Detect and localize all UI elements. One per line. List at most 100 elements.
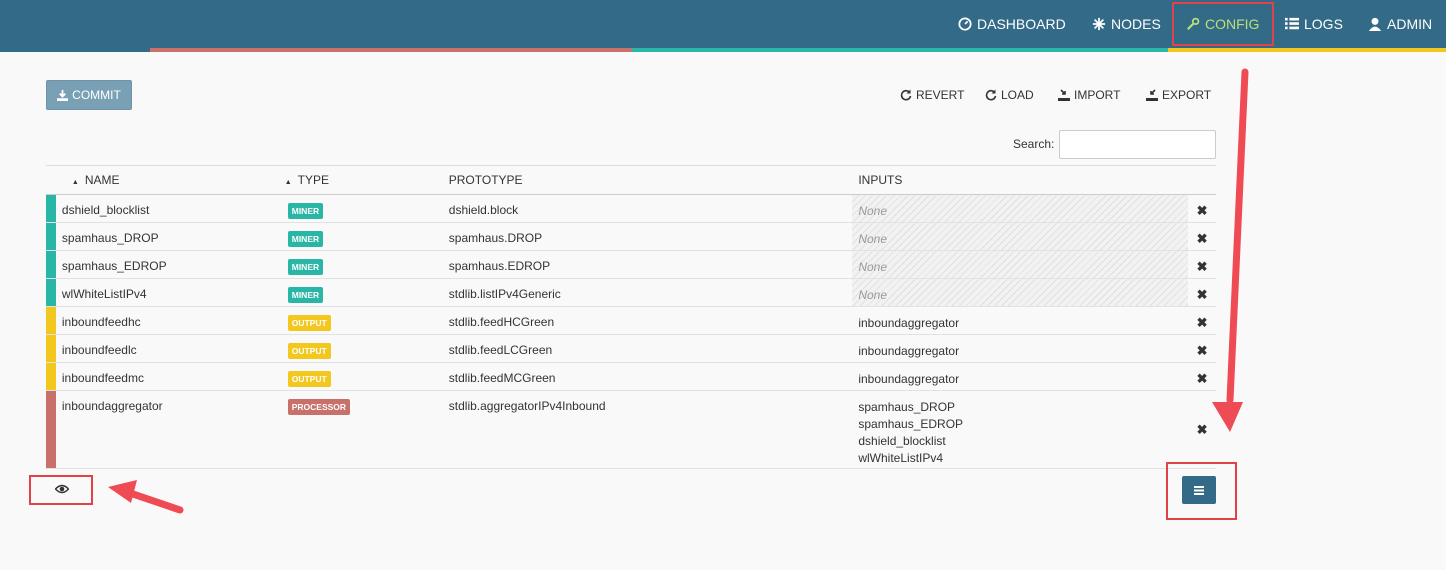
header-type[interactable]: ▲ TYPE <box>284 165 449 195</box>
load-label: LOAD <box>1001 88 1034 102</box>
dashboard-icon <box>958 17 972 31</box>
cell-type: MINER <box>284 278 449 307</box>
navbar-stripe-output <box>1168 48 1446 52</box>
load-button[interactable]: LOAD <box>985 86 1034 104</box>
nav-admin[interactable]: ADMIN <box>1368 0 1432 48</box>
cell-name: inboundfeedlc <box>55 334 285 363</box>
nodes-icon <box>1092 17 1106 31</box>
download-icon <box>57 89 69 101</box>
header-name[interactable]: ▲ NAME <box>55 165 285 195</box>
cell-prototype: stdlib.feedHCGreen <box>448 306 853 335</box>
table-row[interactable]: spamhaus_EDROP MINER spamhaus.EDROP None ✖ <box>46 250 1216 279</box>
nav-dashboard[interactable]: DASHBOARD <box>958 0 1066 48</box>
header-colorbar <box>46 165 56 195</box>
table-row[interactable]: inboundfeedlc OUTPUT stdlib.feedLCGreen inb… <box>46 334 1216 363</box>
table-row[interactable]: spamhaus_DROP MINER spamhaus.DROP None ✖ <box>46 222 1216 251</box>
row-type-colorbar <box>46 278 56 307</box>
delete-row-icon[interactable]: ✖ <box>1188 306 1216 335</box>
commit-button[interactable]: COMMIT <box>46 80 132 110</box>
type-badge: MINER <box>287 259 324 275</box>
nav-logs[interactable]: LOGS <box>1285 0 1343 48</box>
input-item: spamhaus_DROP <box>858 400 956 414</box>
cell-inputs: None <box>852 250 1189 279</box>
table-row[interactable]: wlWhiteListIPv4 MINER stdlib.listIPv4Gener… <box>46 278 1216 307</box>
row-type-colorbar <box>46 306 56 335</box>
cell-inputs: inboundaggregator <box>852 334 1189 363</box>
delete-row-icon[interactable]: ✖ <box>1188 390 1216 469</box>
annotation-arrow-left <box>126 489 184 514</box>
table-row[interactable]: inboundaggregator PROCESSOR stdlib.aggrega… <box>46 390 1216 469</box>
type-badge: PROCESSOR <box>287 399 351 415</box>
import-button[interactable]: IMPORT <box>1058 86 1120 104</box>
cell-name: wlWhiteListIPv4 <box>55 278 285 307</box>
sort-arrow-icon: ▲ <box>71 179 79 186</box>
refresh-icon <box>900 89 912 101</box>
header-inputs[interactable]: INPUTS <box>852 165 1189 195</box>
delete-row-icon[interactable]: ✖ <box>1188 278 1216 307</box>
row-type-colorbar <box>46 250 56 279</box>
cell-prototype: spamhaus.DROP <box>448 222 853 251</box>
cell-type: MINER <box>284 194 449 223</box>
input-item: None <box>858 204 888 218</box>
header-prototype-label: PROTOTYPE <box>448 173 523 187</box>
navbar-stripe <box>0 48 150 52</box>
input-item: wlWhiteListIPv4 <box>858 451 944 465</box>
type-badge: MINER <box>287 231 324 247</box>
row-type-colorbar <box>46 222 56 251</box>
delete-row-icon[interactable]: ✖ <box>1188 334 1216 363</box>
nav-nodes[interactable]: NODES <box>1092 0 1161 48</box>
table-header-row: ▲ NAME ▲ TYPE PROTOTYPE INPUTS <box>46 165 1216 195</box>
import-icon <box>1058 89 1070 101</box>
delete-row-icon[interactable]: ✖ <box>1188 194 1216 223</box>
cell-name: dshield_blocklist <box>55 194 285 223</box>
export-label: EXPORT <box>1162 88 1212 102</box>
menu-icon <box>1194 485 1204 495</box>
cell-name: inboundfeedmc <box>55 362 285 391</box>
nav-dashboard-label: DASHBOARD <box>977 16 1066 32</box>
delete-row-icon[interactable]: ✖ <box>1188 222 1216 251</box>
cell-type: OUTPUT <box>284 306 449 335</box>
cell-prototype: spamhaus.EDROP <box>448 250 853 279</box>
cell-prototype: stdlib.listIPv4Generic <box>448 278 853 307</box>
cell-inputs: None <box>852 278 1189 307</box>
menu-button[interactable] <box>1182 476 1216 504</box>
type-badge: MINER <box>287 287 324 303</box>
table-row[interactable]: inboundfeedmc OUTPUT stdlib.feedMCGreen inb… <box>46 362 1216 391</box>
annotation-arrowhead-left <box>108 480 137 503</box>
input-item: None <box>858 260 888 274</box>
delete-row-icon[interactable]: ✖ <box>1188 250 1216 279</box>
cell-prototype: stdlib.feedMCGreen <box>448 362 853 391</box>
input-item: dshield_blocklist <box>858 434 946 448</box>
cell-inputs: None <box>852 222 1189 251</box>
table-row[interactable]: dshield_blocklist MINER dshield.block None ✖ <box>46 194 1216 223</box>
cell-name: inboundaggregator <box>55 390 285 469</box>
import-label: IMPORT <box>1074 88 1121 102</box>
header-prototype[interactable]: PROTOTYPE <box>448 165 853 195</box>
input-item: spamhaus_EDROP <box>858 417 964 431</box>
cell-inputs: inboundaggregator <box>852 362 1189 391</box>
user-icon <box>1368 17 1382 31</box>
table-row[interactable]: inboundfeedhc OUTPUT stdlib.feedHCGreen inb… <box>46 306 1216 335</box>
annotation-arrowhead-down <box>1212 402 1243 432</box>
export-button[interactable]: EXPORT <box>1146 86 1211 104</box>
commit-label: COMMIT <box>72 88 121 102</box>
search-input[interactable] <box>1059 130 1216 159</box>
nav-admin-label: ADMIN <box>1387 16 1433 32</box>
delete-row-icon[interactable]: ✖ <box>1188 362 1216 391</box>
nav-config[interactable]: CONFIG <box>1186 0 1259 48</box>
type-badge: MINER <box>287 203 324 219</box>
nav-logs-label: LOGS <box>1304 16 1343 32</box>
cell-type: MINER <box>284 250 449 279</box>
revert-button[interactable]: REVERT <box>900 86 964 104</box>
annotation-arrow-down <box>1226 68 1249 404</box>
input-item: None <box>858 288 888 302</box>
input-item: inboundaggregator <box>858 344 960 358</box>
input-item: None <box>858 232 888 246</box>
cell-name: inboundfeedhc <box>55 306 285 335</box>
type-badge: OUTPUT <box>287 371 331 387</box>
column-visibility-button[interactable] <box>52 481 72 497</box>
navbar-stripe-miner <box>632 48 1168 52</box>
eye-icon <box>55 484 69 494</box>
nav-nodes-label: NODES <box>1111 16 1161 32</box>
cell-name: spamhaus_DROP <box>55 222 285 251</box>
